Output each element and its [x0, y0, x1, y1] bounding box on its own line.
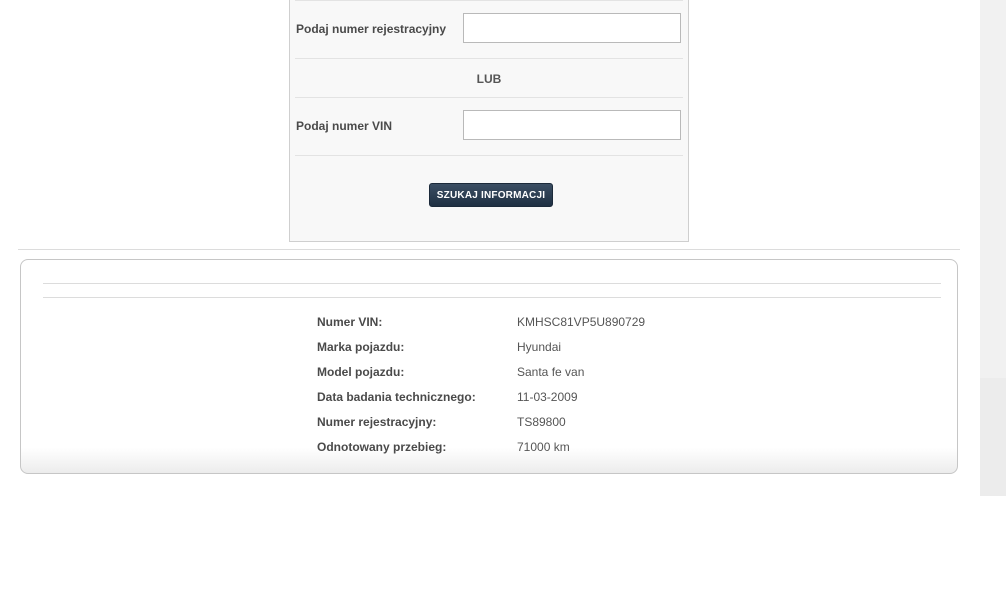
vehicle-info-panel: Numer VIN: KMHSC81VP5U890729 Marka pojaz…	[20, 259, 958, 474]
info-value: Hyundai	[517, 339, 562, 354]
form-divider	[295, 155, 683, 156]
section-divider	[18, 249, 960, 250]
info-value: KMHSC81VP5U890729	[517, 314, 646, 329]
info-value: TS89800	[517, 414, 566, 429]
info-row-plate: Numer rejestracyjny: TS89800	[317, 409, 645, 434]
or-separator: LUB	[295, 58, 683, 97]
info-row-mileage: Odnotowany przebieg: 71000 km	[317, 434, 645, 459]
info-row-inspection-date: Data badania technicznego: 11-03-2009	[317, 384, 645, 409]
vehicle-info-table: Numer VIN: KMHSC81VP5U890729 Marka pojaz…	[317, 309, 645, 459]
info-value: 71000 km	[517, 439, 570, 454]
page-scrollbar[interactable]	[980, 0, 1006, 496]
vin-number-row: Podaj numer VIN	[295, 97, 683, 156]
info-label: Numer VIN:	[317, 314, 383, 329]
info-label: Data badania technicznego:	[317, 389, 476, 404]
info-label: Model pojazdu:	[317, 364, 405, 379]
panel-rule-top	[43, 283, 941, 284]
plate-number-row: Podaj numer rejestracyjny	[295, 0, 683, 59]
info-value: 11-03-2009	[517, 389, 578, 404]
vin-number-label: Podaj numer VIN	[296, 119, 393, 133]
plate-number-input[interactable]	[463, 13, 681, 43]
info-row-make: Marka pojazdu: Hyundai	[317, 334, 645, 359]
search-info-button[interactable]: SZUKAJ INFORMACJI	[429, 183, 553, 207]
panel-rule-second	[43, 297, 941, 298]
plate-number-label: Podaj numer rejestracyjny	[296, 22, 447, 36]
vin-number-input[interactable]	[463, 110, 681, 140]
page: Podaj numer rejestracyjny LUB Podaj nume…	[0, 0, 1006, 595]
or-text: LUB	[476, 72, 502, 86]
info-row-vin: Numer VIN: KMHSC81VP5U890729	[317, 309, 645, 334]
scrollbar-thumb[interactable]	[980, 378, 1006, 496]
info-label: Odnotowany przebieg:	[317, 439, 447, 454]
vehicle-search-form: Podaj numer rejestracyjny LUB Podaj nume…	[289, 0, 689, 242]
info-row-model: Model pojazdu: Santa fe van	[317, 359, 645, 384]
info-label: Marka pojazdu:	[317, 339, 405, 354]
info-value: Santa fe van	[517, 364, 585, 379]
info-label: Numer rejestracyjny:	[317, 414, 437, 429]
